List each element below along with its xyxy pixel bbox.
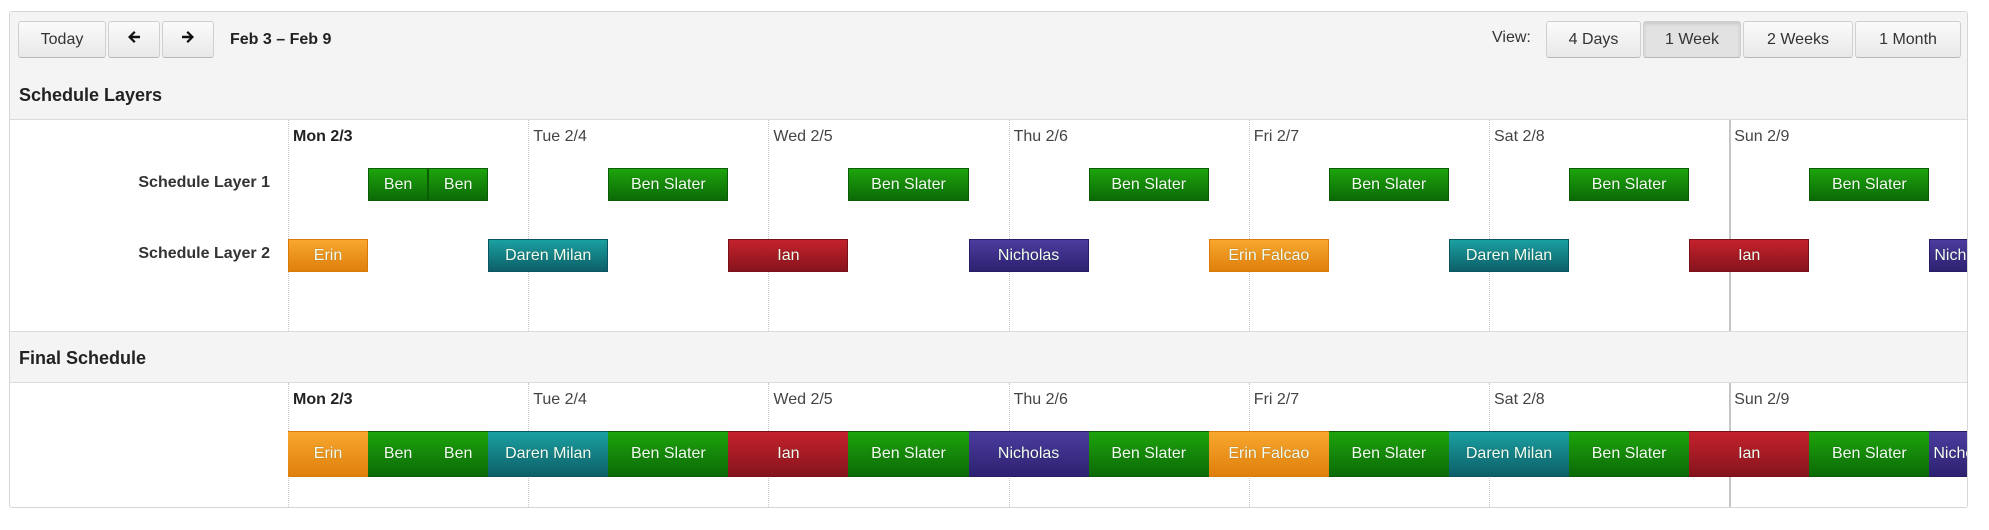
layer-1-label: Schedule Layer 1 (138, 174, 270, 191)
layers-day-header: Tue 2/4 (533, 128, 587, 145)
final-schedule-shift[interactable]: Ben (428, 431, 489, 477)
final-schedule-shift[interactable]: Erin Falcao (1208, 431, 1329, 477)
view-4-days-button[interactable]: 4 Days (1546, 21, 1641, 58)
view-1-month-button[interactable]: 1 Month (1855, 21, 1961, 58)
view-label: View: (1492, 29, 1531, 46)
view-4-days-label: 4 Days (1568, 30, 1619, 48)
layer-2-shift[interactable]: Erin (288, 239, 369, 272)
layer-1-shift[interactable]: Ben Slater (1328, 168, 1449, 201)
layers-day-header: Thu 2/6 (1013, 128, 1068, 145)
layer-1-shift[interactable]: Ben Slater (1088, 168, 1209, 201)
layers-day-header: Sat 2/8 (1494, 128, 1545, 145)
schedule-layers-title: Schedule Layers (19, 85, 163, 105)
layer-1-shift[interactable]: Ben Slater (1569, 168, 1690, 201)
layers-day-divider (1489, 120, 1490, 331)
layers-day-divider (1008, 120, 1010, 331)
final-schedule-shift[interactable]: Ben Slater (608, 431, 729, 477)
layers-day-header: Wed 2/5 (773, 128, 833, 145)
layers-day-header: Sun 2/9 (1734, 128, 1790, 145)
schedule-layers-timeline: Schedule Layer 1 Schedule Layer 2 Mon 2/… (10, 120, 1967, 332)
previous-week-button[interactable] (108, 21, 160, 58)
schedule-layers-header: Schedule Layers (10, 69, 1967, 120)
layer-2-shift[interactable]: Erin Falcao (1208, 239, 1329, 272)
today-button-label: Today (40, 30, 84, 48)
toolbar: Today Feb 3 – Feb 9 View: 4 Days 1 Week … (10, 12, 1967, 70)
final-schedule-timeline: Mon 2/3 Tue 2/4 Wed 2/5 Thu 2/6 Fri 2/7 Sat 2… (10, 383, 1967, 507)
date-range: Feb 3 – Feb 9 (230, 31, 332, 48)
layers-day-divider (1248, 120, 1250, 331)
final-day-header: Sat 2/8 (1494, 391, 1545, 408)
final-schedule-shift[interactable]: Ben (368, 431, 429, 477)
final-schedule-shift[interactable]: Ben Slater (1809, 431, 1930, 477)
layer-1-shift[interactable]: Ben Slater (608, 168, 729, 201)
final-day-header: Fri 2/7 (1253, 391, 1300, 408)
final-schedule-shift[interactable]: Nicholas (968, 431, 1089, 477)
layer-2-shift[interactable]: Ian (728, 239, 849, 272)
layer-2-shift[interactable]: Nicholas (1929, 239, 1967, 272)
layer-2-shift[interactable]: Daren Milan (1448, 239, 1570, 272)
final-day-header: Wed 2/5 (773, 391, 833, 408)
layers-day-divider (528, 120, 530, 331)
final-schedule-shift[interactable]: Ben Slater (1328, 431, 1449, 477)
final-schedule-shift[interactable]: Nicholas (1929, 431, 1967, 477)
final-schedule-shift[interactable]: Daren Milan (488, 431, 609, 477)
final-day-header: Thu 2/6 (1013, 391, 1068, 408)
layer-2-shift[interactable]: Ian (1689, 239, 1810, 272)
view-1-week-button[interactable]: 1 Week (1643, 21, 1741, 58)
final-schedule-shift[interactable]: Ben Slater (848, 431, 969, 477)
layer-1-shift[interactable]: Ben (428, 168, 489, 201)
layers-day-divider (768, 120, 770, 331)
view-2-weeks-label: 2 Weeks (1767, 30, 1829, 48)
final-day-header: Tue 2/4 (533, 391, 587, 408)
final-schedule-shift[interactable]: Ben Slater (1088, 431, 1209, 477)
layer-1-shift[interactable]: Ben Slater (1809, 168, 1930, 201)
final-schedule-shift[interactable]: Ian (1689, 431, 1810, 477)
layer-2-shift[interactable]: Daren Milan (488, 239, 609, 272)
final-schedule-shift[interactable]: Ian (728, 431, 849, 477)
schedule-widget: Today Feb 3 – Feb 9 View: 4 Days 1 Week … (9, 11, 1968, 508)
final-schedule-shift[interactable]: Daren Milan (1448, 431, 1570, 477)
view-1-week-label: 1 Week (1665, 30, 1719, 48)
layer-2-shift[interactable]: Nicholas (968, 239, 1089, 272)
final-schedule-shift[interactable]: Ben Slater (1569, 431, 1690, 477)
next-week-button[interactable] (162, 21, 214, 58)
view-2-weeks-button[interactable]: 2 Weeks (1743, 21, 1853, 58)
layers-day-divider (1729, 120, 1732, 331)
final-day-header: Sun 2/9 (1734, 391, 1790, 408)
layer-1-shift[interactable]: Ben Slater (848, 168, 969, 201)
final-schedule-header: Final Schedule (10, 332, 1967, 383)
final-schedule-shift[interactable]: Erin (288, 431, 369, 477)
layers-day-header: Fri 2/7 (1253, 128, 1300, 145)
arrow-right-icon (180, 29, 196, 50)
layer-1-shift[interactable]: Ben (368, 168, 429, 201)
today-button[interactable]: Today (18, 21, 106, 58)
final-schedule-title: Final Schedule (19, 348, 147, 368)
layer-2-label: Schedule Layer 2 (138, 245, 270, 262)
final-day-header: Mon 2/3 (293, 391, 353, 408)
arrow-left-icon (126, 29, 142, 50)
layers-day-divider (288, 120, 289, 331)
view-1-month-label: 1 Month (1879, 30, 1937, 48)
layers-day-header: Mon 2/3 (293, 128, 353, 145)
